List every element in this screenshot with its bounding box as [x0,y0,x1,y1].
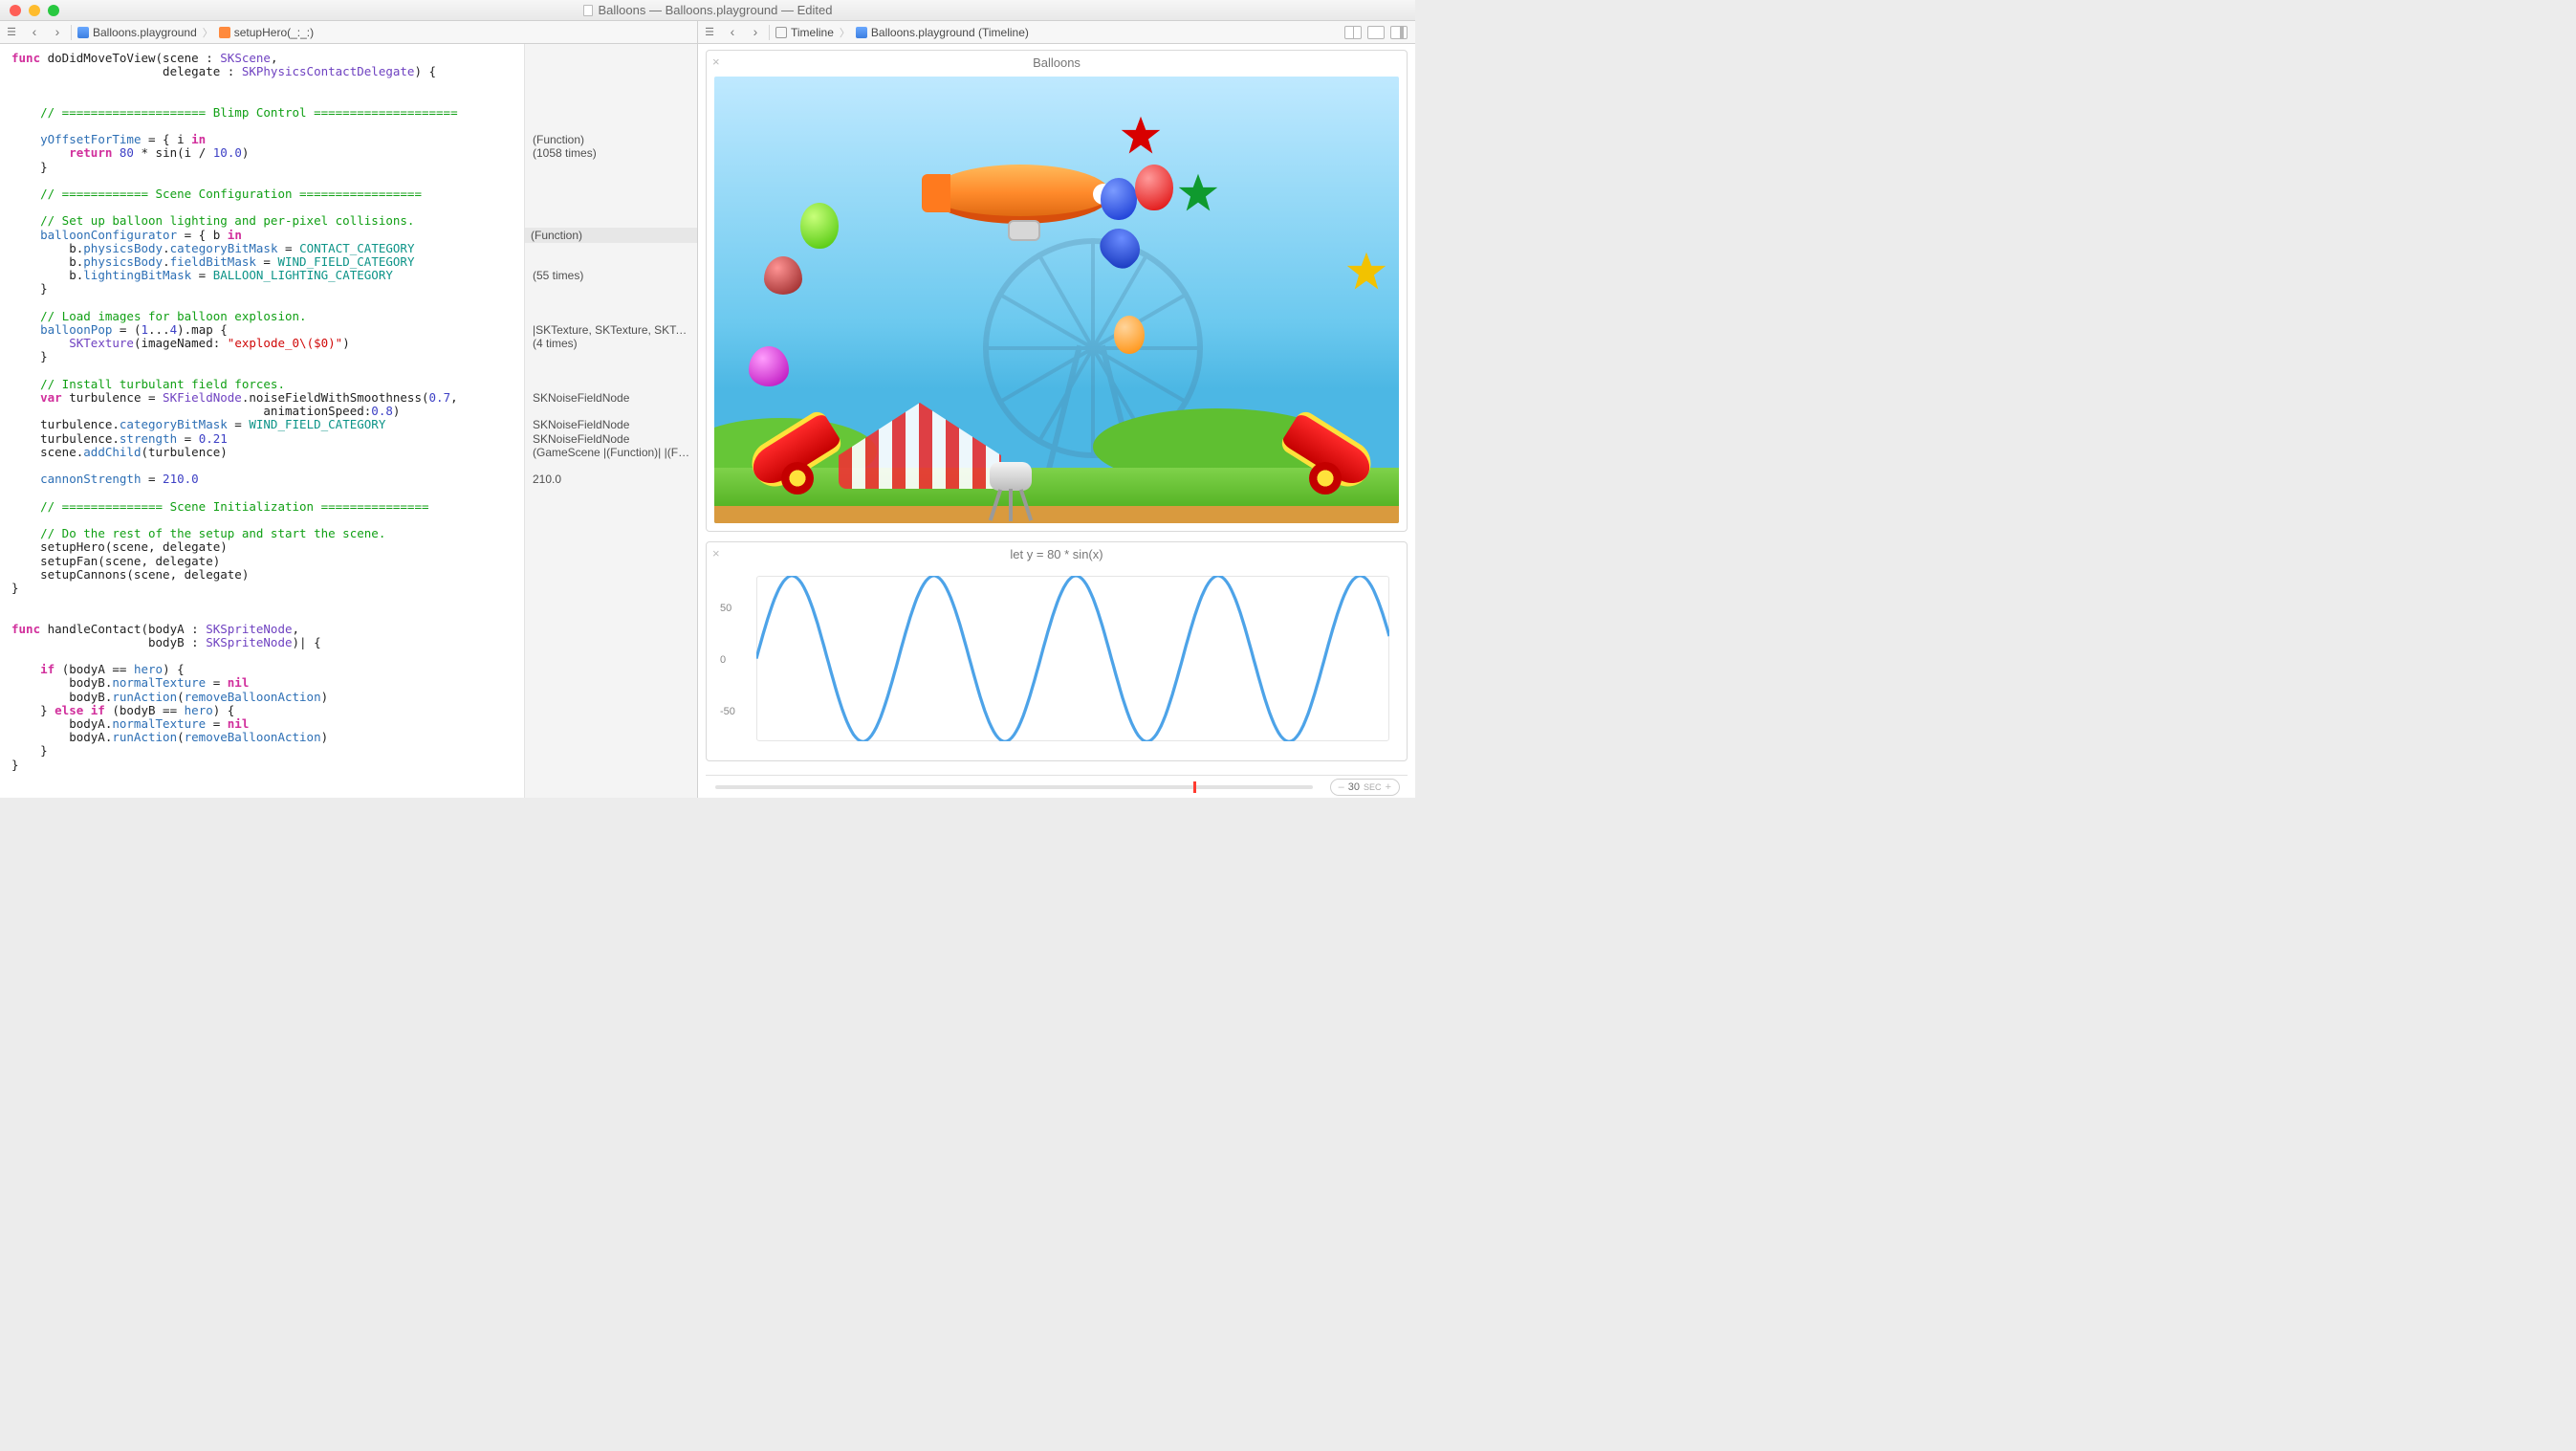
cannon-left [741,423,846,495]
jump-bar-right: ☰ ‹ › Timeline 〉 Balloons.playground (Ti… [698,21,1415,43]
timeline-crumb-mode[interactable]: Timeline [772,26,838,39]
blimp [929,165,1111,235]
playground-file-icon [856,27,867,38]
separator [71,25,72,40]
timeline-mode-label: Timeline [791,26,834,39]
hero-tripod [990,462,1032,491]
timeline-footer: – 30 SEC + [706,775,1408,798]
live-view-panel: × Balloons [706,50,1408,532]
circus-tent [839,403,1001,489]
duration-increment-icon[interactable]: + [1386,781,1391,793]
balloons-scene [714,77,1399,523]
timeline-pane: × Balloons [698,44,1415,798]
jump-bar-left: ☰ ‹ › Balloons.playground 〉 setupHero(_:… [0,21,698,43]
duration-decrement-icon[interactable]: – [1339,781,1344,793]
value-history-title: let y = 80 * sin(x) [707,542,1407,566]
y-tick-0: 0 [720,654,726,666]
duration-value: 30 [1348,781,1360,793]
timeline-scrubber[interactable] [715,785,1313,789]
assistant-forward-button[interactable]: › [744,21,767,42]
result-row[interactable]: (GameScene |(Function)| |(F… [531,445,693,460]
result-row[interactable]: (1058 times) [531,145,693,161]
breadcrumb-symbol[interactable]: setupHero(_:_:) [215,26,317,39]
balloon-green [800,203,839,249]
breadcrumb-file-label: Balloons.playground [93,26,197,39]
playground-file-icon [77,27,89,38]
document-icon [583,5,593,16]
y-tick-50: 50 [720,603,731,614]
balloon-maroon [764,256,802,295]
value-history-panel: × let y = 80 * sin(x) 50 0 -50 [706,541,1408,761]
main-split: func doDidMoveToView(scene : SKScene, de… [0,44,1415,798]
balloon-blue [1101,178,1137,220]
sine-plot [756,576,1389,741]
result-row[interactable]: (55 times) [531,268,693,283]
breadcrumb-separator-icon: 〉 [201,25,215,40]
window-titlebar: Balloons — Balloons.playground — Edited [0,0,1415,21]
balloon-purple [749,346,789,386]
sine-chart: 50 0 -50 [716,566,1397,755]
timeline-duration-field[interactable]: – 30 SEC + [1330,779,1400,796]
result-row[interactable]: 210.0 [531,472,693,487]
balloon-orange [1114,316,1145,354]
separator [769,25,770,40]
related-items-button[interactable]: ☰ [0,22,23,43]
result-row[interactable]: SKNoiseFieldNode [531,390,693,406]
duration-unit: SEC [1364,782,1382,792]
cannon-right [1277,423,1382,495]
assistant-back-button[interactable]: ‹ [721,21,744,42]
panel-close-button[interactable]: × [712,547,720,560]
breadcrumb-file[interactable]: Balloons.playground [74,26,201,39]
swift-func-icon [219,27,230,38]
breadcrumb-separator-icon: 〉 [838,25,852,40]
assistant-close-button[interactable] [1390,26,1408,39]
assistant-layout-split-button[interactable] [1344,26,1362,39]
editor-pane: func doDidMoveToView(scene : SKScene, de… [0,44,698,798]
results-sidebar[interactable]: (Function)(1058 times)(Function)(55 time… [524,44,697,798]
live-view-title: Balloons [707,51,1407,75]
y-tick-neg50: -50 [720,706,735,717]
timeline-file-label: Balloons.playground (Timeline) [871,26,1029,39]
result-row[interactable]: (Function) [525,228,697,243]
result-row[interactable]: (4 times) [531,336,693,351]
assistant-add-button[interactable] [1367,26,1385,39]
jump-bar-row: ☰ ‹ › Balloons.playground 〉 setupHero(_:… [0,21,1415,44]
timeline-scrubber-thumb[interactable] [1193,781,1196,793]
nav-back-button[interactable]: ‹ [23,21,46,42]
assistant-related-button[interactable]: ☰ [698,22,721,43]
star-green [1177,172,1219,214]
timeline-mode-icon [775,27,787,38]
balloon-red [1135,165,1173,210]
nav-forward-button[interactable]: › [46,21,69,42]
timeline-crumb-file[interactable]: Balloons.playground (Timeline) [852,26,1033,39]
panel-close-button[interactable]: × [712,55,720,68]
star-red [1120,115,1162,157]
window-title-text: Balloons — Balloons.playground — Edited [599,3,833,17]
breadcrumb-symbol-label: setupHero(_:_:) [234,26,314,39]
source-editor[interactable]: func doDidMoveToView(scene : SKScene, de… [0,44,524,798]
window-title: Balloons — Balloons.playground — Edited [0,3,1415,17]
star-yellow [1345,251,1387,293]
assistant-layout-buttons [1344,26,1415,39]
